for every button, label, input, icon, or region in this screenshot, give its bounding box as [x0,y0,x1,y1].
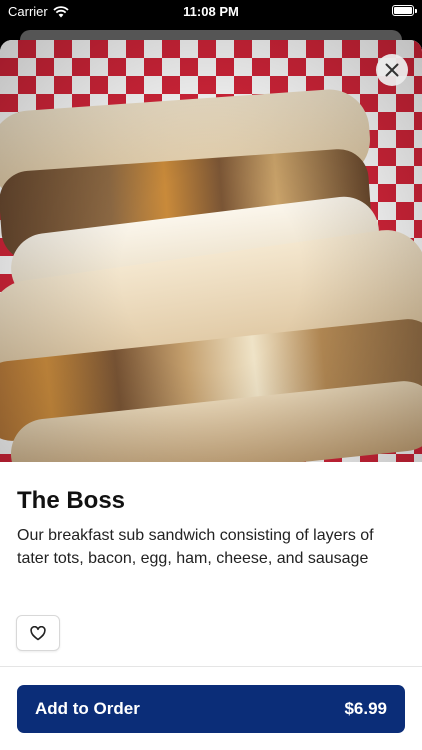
favorite-button[interactable] [16,615,60,651]
item-description: Our breakfast sub sandwich consisting of… [17,527,374,567]
add-to-order-button[interactable]: Add to Order $6.99 [17,685,405,733]
photo-vignette [0,40,422,462]
item-detail-sheet: The Boss Our breakfast sub sandwich cons… [0,40,422,750]
status-bar: Carrier 11:08 PM [0,0,422,22]
battery-icon [392,5,417,16]
divider [0,666,422,667]
heart-icon [30,625,46,640]
add-to-order-label: Add to Order [35,699,140,718]
close-button[interactable] [376,54,408,86]
price-label: $6.99 [344,699,387,718]
item-title: The Boss [17,487,126,514]
sandwich-photo [0,40,422,462]
close-icon [385,63,399,77]
status-time: 11:08 PM [183,4,239,19]
